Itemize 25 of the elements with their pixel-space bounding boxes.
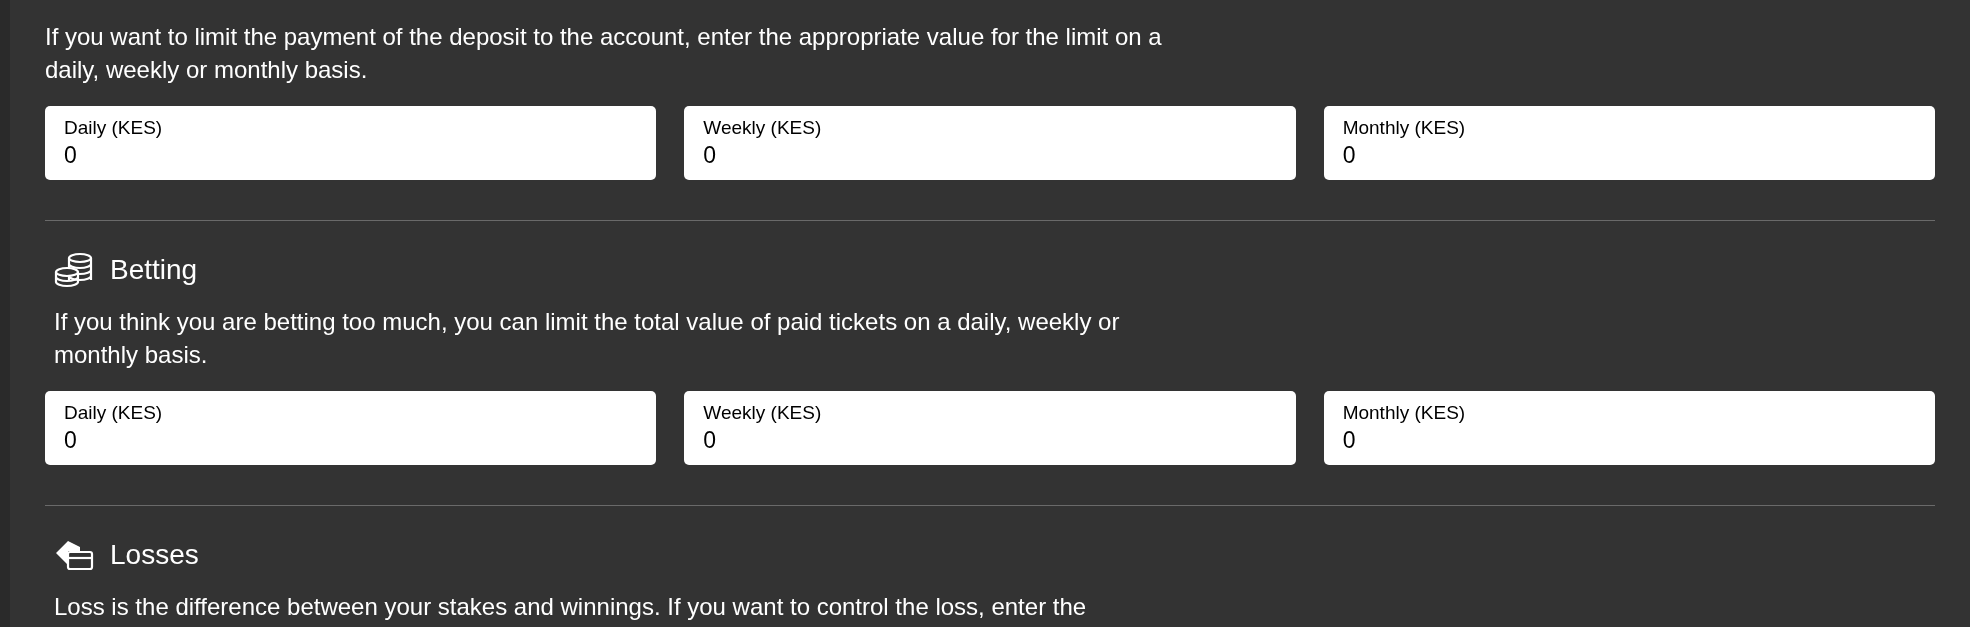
limit-field[interactable]: Daily (KES) 0: [45, 106, 657, 180]
field-value[interactable]: 0: [64, 425, 638, 455]
card-icon: [54, 539, 94, 571]
section-description: If you think you are betting too much, you can limit the total value of paid tickets on a daily, weekly or monthly basis.: [53, 307, 1121, 370]
limit-field[interactable]: Weekly (KES) 0: [684, 106, 1296, 180]
field-label: Monthly (KES): [1342, 116, 1467, 140]
field-value[interactable]: 0: [64, 140, 638, 170]
limit-field[interactable]: Monthly (KES) 0: [1323, 391, 1935, 465]
field-value[interactable]: 0: [1342, 140, 1916, 170]
field-label: Daily (KES): [64, 401, 164, 425]
limit-field[interactable]: Monthly (KES) 0: [1323, 106, 1935, 180]
field-value[interactable]: 0: [703, 425, 1277, 455]
field-label: Daily (KES): [64, 116, 164, 140]
coins-icon: [54, 252, 94, 288]
section-title: Losses: [110, 538, 199, 572]
limit-field[interactable]: Weekly (KES) 0: [684, 391, 1296, 465]
field-label: Weekly (KES): [703, 116, 823, 140]
field-label: Monthly (KES): [1342, 401, 1467, 425]
section-title: Betting: [110, 253, 198, 287]
limit-field[interactable]: Daily (KES) 0: [45, 391, 657, 465]
field-label: Weekly (KES): [703, 401, 823, 425]
field-value[interactable]: 0: [1342, 425, 1916, 455]
section-description: Loss is the difference between your stakes and winnings. If you want to control the loss, enter the: [53, 592, 1088, 622]
section-description: If you want to limit the payment of the deposit to the account, enter the appropriate value for the limit on a daily, weekly or monthly basis.: [45, 22, 1163, 85]
field-value[interactable]: 0: [703, 140, 1277, 170]
